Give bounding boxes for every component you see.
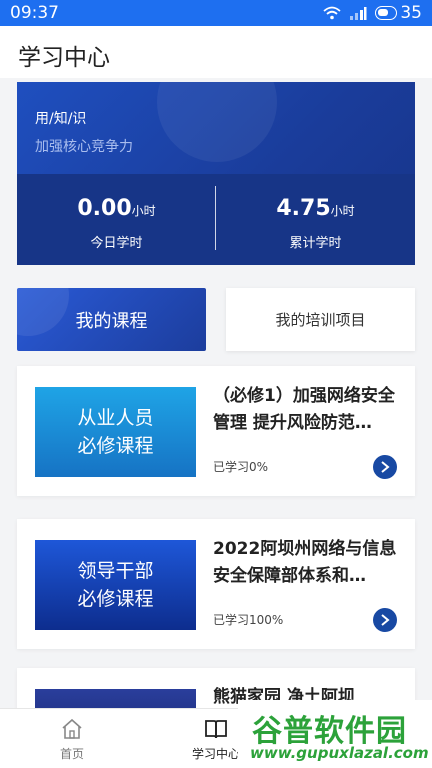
course-progress: 已学习0%: [213, 460, 269, 474]
stats-row: 0.00小时 今日学时 4.75小时 累计学时: [17, 174, 415, 265]
wifi-icon: [323, 6, 341, 20]
battery-indicator: 35: [375, 3, 422, 23]
thumbnail-text-line1: 领导干部: [77, 560, 154, 582]
chevron-right-icon: [381, 461, 390, 473]
tab-my-courses[interactable]: 我的课程: [17, 288, 206, 351]
banner-top: 用/知/识 加强核心竞争力: [17, 82, 415, 174]
study-stats-banner: 用/知/识 加强核心竞争力 0.00小时 今日学时 4.75小时 累计学时: [17, 82, 415, 265]
total-hours-unit: 小时: [330, 204, 355, 218]
total-hours-stat: 4.75小时 累计学时: [216, 174, 415, 265]
page-title: 学习中心: [18, 45, 110, 71]
home-icon: [62, 718, 82, 739]
course-thumbnail[interactable]: 领导干部 必修课程: [35, 540, 196, 630]
nav-home-label: 首页: [59, 747, 84, 761]
chevron-right-icon: [381, 614, 390, 626]
total-hours-value: 4.75: [276, 196, 331, 221]
open-course-button[interactable]: [373, 455, 397, 479]
watermark-logo: 谷普软件园 www.gupuxlazal.com: [238, 700, 432, 768]
watermark-url: www.gupuxlazal.com: [250, 744, 429, 762]
thumbnail-text-line2: 必修课程: [77, 588, 154, 610]
banner-slogan: 用/知/识: [35, 111, 87, 127]
today-hours-value-group: 0.00小时: [17, 196, 216, 221]
today-hours-unit: 小时: [131, 204, 156, 218]
course-thumbnail[interactable]: 从业人员 必修课程: [35, 387, 196, 477]
today-hours-stat: 0.00小时 今日学时: [17, 174, 216, 265]
course-title[interactable]: 2022阿坝州网络与信息安全保障部体系和…: [213, 536, 403, 590]
battery-level: 35: [400, 3, 422, 23]
tab-my-training-projects-label: 我的培训项目: [275, 311, 366, 329]
total-hours-value-group: 4.75小时: [216, 196, 415, 221]
tab-my-training-projects[interactable]: 我的培训项目: [226, 288, 415, 351]
header: 学习中心: [0, 26, 432, 78]
today-hours-label: 今日学时: [90, 236, 143, 251]
course-progress: 已学习100%: [213, 613, 284, 627]
battery-icon: [375, 6, 398, 20]
thumbnail-text-line2: 必修课程: [77, 435, 154, 457]
course-title[interactable]: （必修1）加强网络安全管理 提升风险防范…: [213, 383, 403, 437]
course-card[interactable]: 从业人员 必修课程 （必修1）加强网络安全管理 提升风险防范… 已学习0%: [17, 366, 415, 496]
open-course-button[interactable]: [373, 608, 397, 632]
status-time: 09:37: [10, 3, 59, 23]
book-icon: [205, 720, 227, 739]
status-icons: 35: [323, 3, 422, 23]
total-hours-label: 累计学时: [289, 236, 342, 251]
today-hours-value: 0.00: [77, 196, 132, 221]
thumbnail-text-line1: 从业人员: [77, 407, 154, 429]
signal-icon: [350, 7, 367, 20]
banner-subslogan: 加强核心竞争力: [35, 139, 133, 155]
course-card[interactable]: 领导干部 必修课程 2022阿坝州网络与信息安全保障部体系和… 已学习100%: [17, 519, 415, 649]
tab-my-courses-label: 我的课程: [75, 310, 148, 332]
nav-home[interactable]: 首页: [0, 709, 144, 768]
status-bar: 09:37 35: [0, 0, 432, 26]
